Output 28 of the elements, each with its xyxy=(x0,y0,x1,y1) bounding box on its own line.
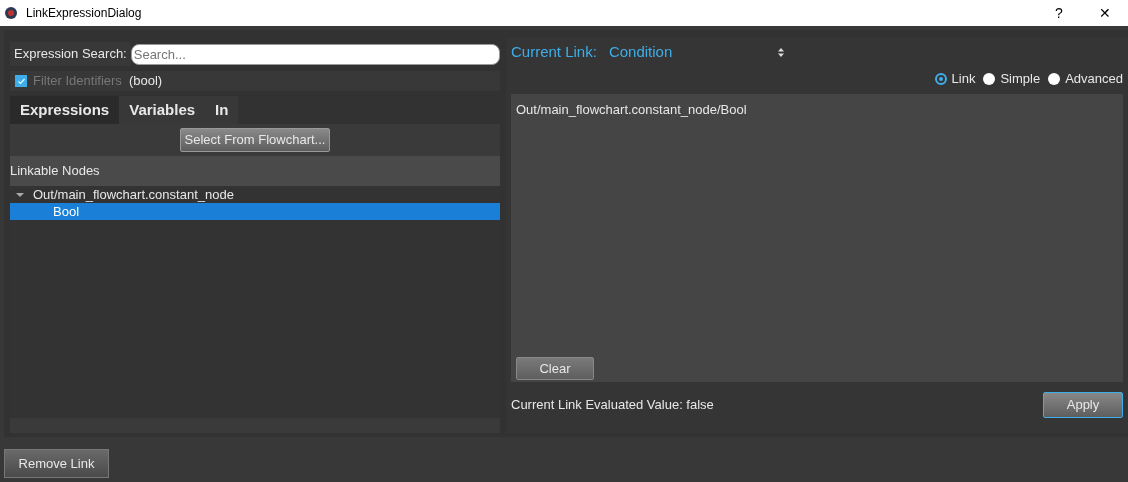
updown-arrows-icon xyxy=(777,47,784,57)
apply-button[interactable]: Apply xyxy=(1043,392,1123,418)
radio-button[interactable] xyxy=(1048,73,1061,85)
search-label: Expression Search: xyxy=(10,42,131,66)
radio-button[interactable] xyxy=(983,73,996,85)
collapse-caret-icon[interactable] xyxy=(16,190,24,199)
search-field[interactable]: Search... xyxy=(130,43,500,65)
current-link-label: Current Link: xyxy=(511,41,597,62)
window-title: LinkExpressionDialog xyxy=(26,5,142,22)
tree-header: Linkable Nodes xyxy=(10,156,500,186)
close-button[interactable]: ✕ xyxy=(1082,0,1128,26)
select-from-flowchart-button[interactable]: Select From Flowchart... xyxy=(179,128,331,152)
radio-label: Advanced xyxy=(1065,70,1123,89)
app-icon xyxy=(4,6,18,20)
tab[interactable]: Expressions xyxy=(10,96,120,124)
evaluated-value-text: Current Link Evaluated Value: false xyxy=(511,396,715,415)
remove-link-button[interactable]: Remove Link xyxy=(4,449,109,478)
filter-value: (bool) xyxy=(128,72,163,91)
filter-label: Filter Identifiers xyxy=(33,72,122,91)
radio-button[interactable] xyxy=(934,73,947,85)
help-button[interactable]: ? xyxy=(1036,0,1082,26)
radio-label: Link xyxy=(951,70,976,89)
tree-row[interactable]: Out/main_flowchart.constant_node xyxy=(10,186,500,203)
tree-row[interactable]: Bool xyxy=(10,203,500,220)
radio-label: Simple xyxy=(1000,70,1041,89)
clear-button[interactable]: Clear xyxy=(516,357,594,380)
current-link-dropdown[interactable]: Condition xyxy=(608,42,784,62)
expression-text: Out/main_flowchart.constant_node/Bool xyxy=(516,101,748,119)
